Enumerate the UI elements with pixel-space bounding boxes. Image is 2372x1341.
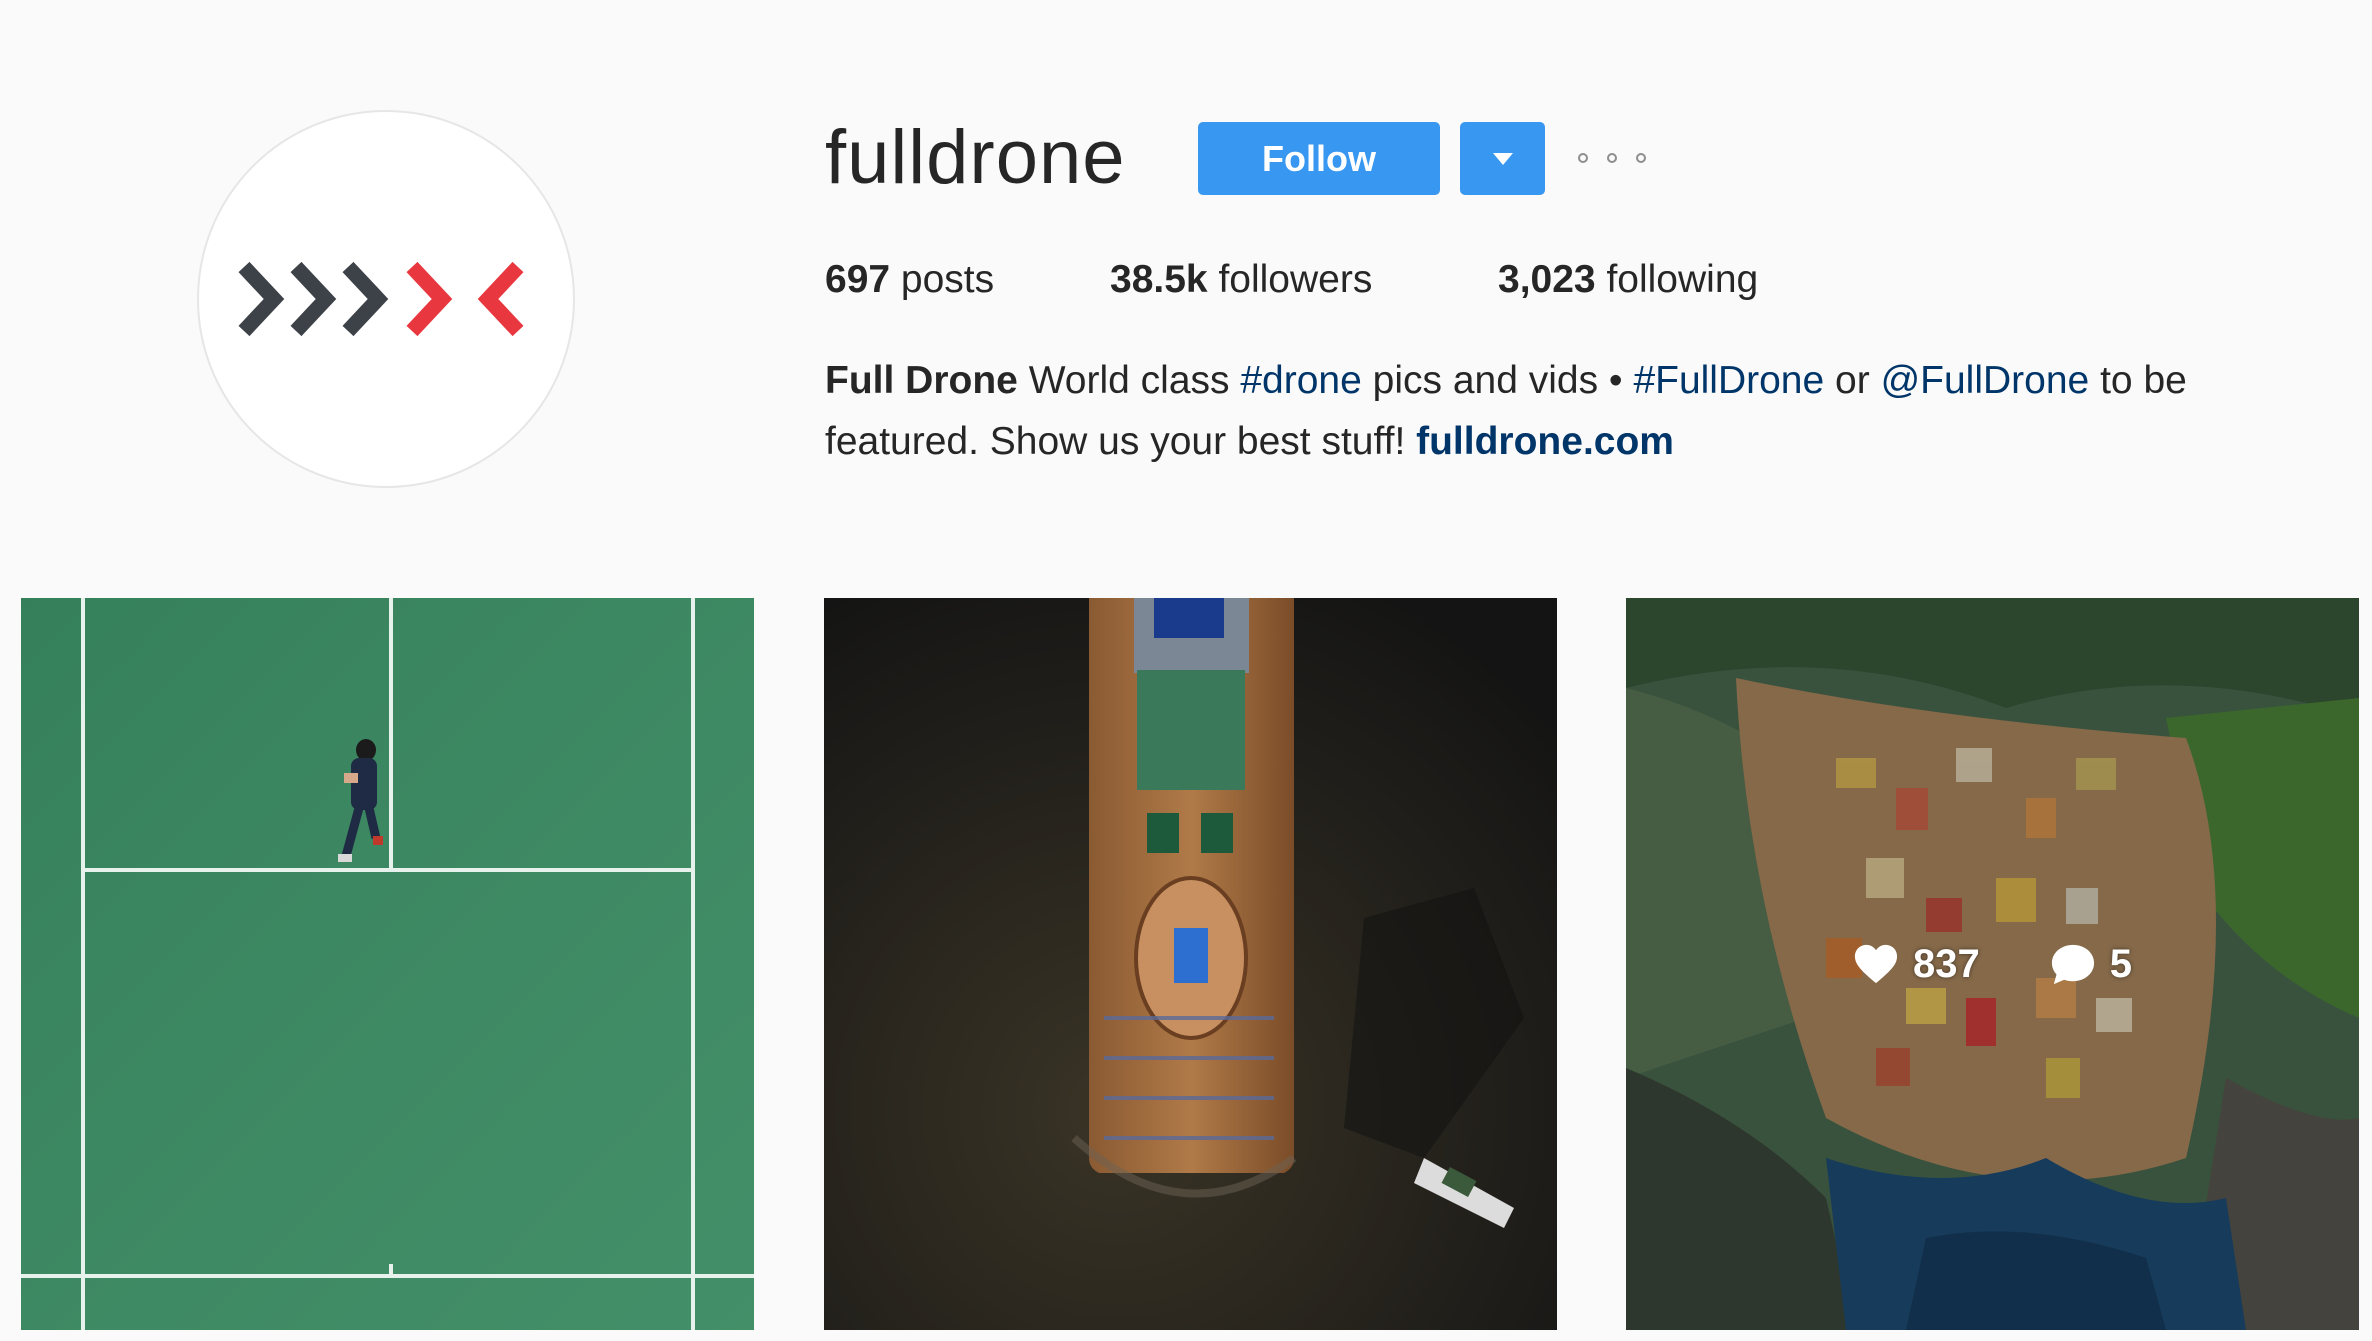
- cruise-ship-photo: [824, 598, 1557, 1330]
- profile-full-name: Full Drone: [825, 359, 1018, 402]
- fulldrone-logo-icon: [238, 261, 524, 337]
- comments-stat: 5: [2050, 942, 2132, 987]
- bio-text: or: [1835, 359, 1870, 402]
- hashtag-link[interactable]: #drone: [1240, 359, 1361, 402]
- following-count: 3,023: [1498, 258, 1596, 301]
- likes-count: 837: [1913, 941, 1980, 986]
- posts-label: posts: [900, 258, 995, 301]
- mention-link[interactable]: @FullDrone: [1881, 359, 2090, 402]
- likes-stat: 837: [1853, 942, 1980, 987]
- bio-text: pics and vids •: [1372, 359, 1623, 402]
- hashtag-link[interactable]: #FullDrone: [1633, 359, 1824, 402]
- profile-bio: Full Drone World class #drone pics and v…: [825, 350, 2305, 472]
- following-label: following: [1606, 258, 1759, 301]
- post-thumbnail[interactable]: [824, 598, 1557, 1330]
- comments-count: 5: [2109, 941, 2132, 986]
- heart-icon: [1854, 944, 1898, 984]
- caret-down-icon: [1492, 152, 1513, 165]
- suggestions-dropdown-button[interactable]: [1460, 122, 1545, 195]
- follow-button[interactable]: Follow: [1198, 122, 1440, 195]
- followers-stat[interactable]: 38.5k followers: [1110, 252, 1372, 308]
- followers-label: followers: [1218, 258, 1373, 301]
- tennis-court-photo: [21, 598, 754, 1330]
- posts-stat: 697 posts: [825, 252, 994, 308]
- post-thumbnail[interactable]: [21, 598, 754, 1330]
- post-thumbnail[interactable]: 837 5: [1626, 598, 2359, 1330]
- website-link[interactable]: fulldrone.com: [1416, 420, 1674, 463]
- profile-avatar[interactable]: [197, 110, 575, 488]
- bio-text: World class: [1028, 359, 1230, 402]
- followers-count: 38.5k: [1110, 258, 1208, 301]
- comment-bubble-icon: [2051, 944, 2094, 985]
- profile-username: fulldrone: [825, 115, 1126, 200]
- more-options-button[interactable]: [1578, 148, 1646, 168]
- ellipsis-icon: [1578, 153, 1588, 163]
- posts-count: 697: [825, 258, 891, 301]
- following-stat[interactable]: 3,023 following: [1498, 252, 1758, 308]
- post-hover-overlay: 837 5: [1626, 598, 2359, 1330]
